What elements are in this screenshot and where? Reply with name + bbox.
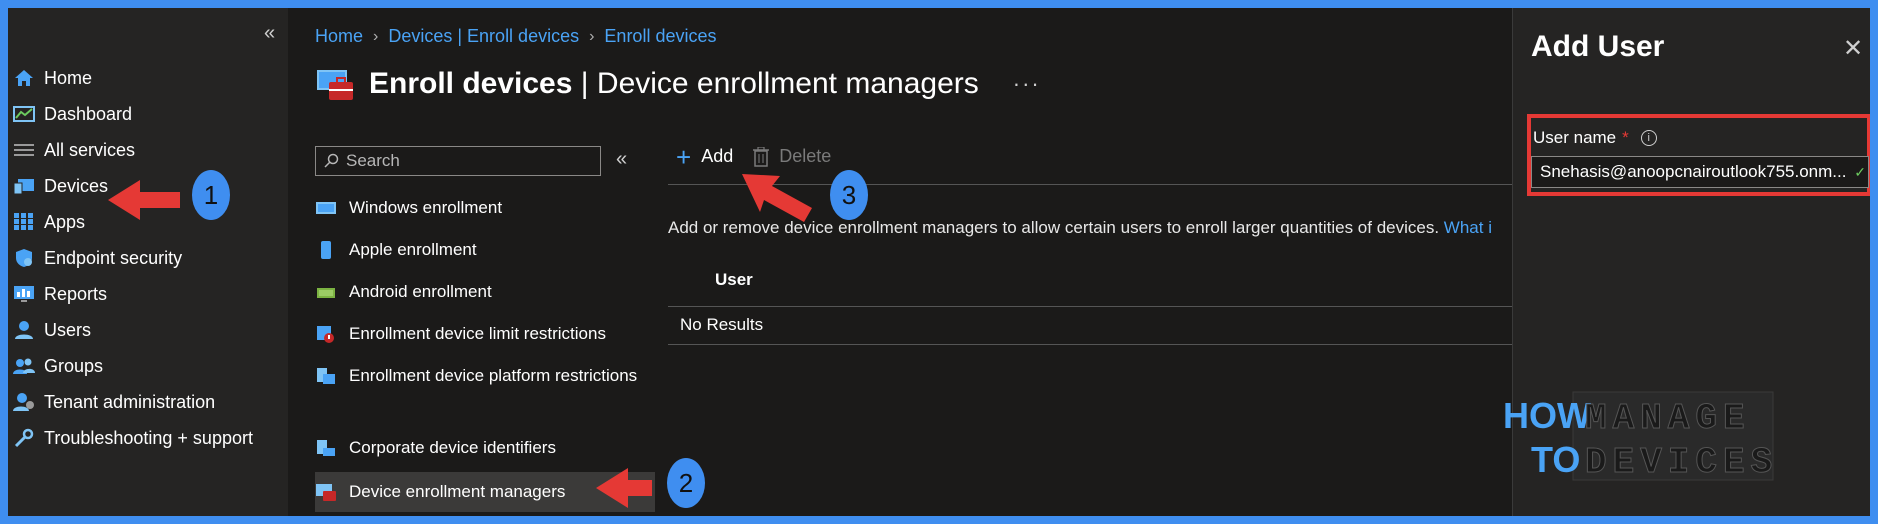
subnav-android-enrollment[interactable]: Android enrollment — [315, 280, 655, 310]
collapse-nav-button[interactable]: « — [264, 22, 275, 45]
check-icon: ✓ — [1854, 163, 1866, 180]
breadcrumb-home[interactable]: Home — [315, 26, 363, 47]
nav-item-label: Reports — [44, 283, 108, 304]
app-frame: « Home Dashboard All services Devices Ap… — [8, 8, 1870, 516]
devices-icon — [12, 176, 36, 196]
chevron-right-icon: › — [373, 27, 379, 45]
svg-text:MANAGE: MANAGE — [1585, 398, 1751, 439]
breadcrumb-enroll-devices[interactable]: Enroll devices — [604, 26, 716, 47]
how-to-manage-devices-logo: HOW TO MANAGE DEVICES — [1503, 391, 1775, 484]
left-nav: « Home Dashboard All services Devices Ap… — [8, 8, 288, 516]
windows-icon — [316, 202, 336, 214]
close-icon[interactable]: ✕ — [1843, 34, 1863, 63]
platform-restriction-icon — [317, 368, 335, 384]
nav-item-label: Tenant administration — [44, 391, 216, 412]
required-marker: * — [1622, 128, 1629, 147]
nav-item-devices[interactable]: Devices — [12, 168, 108, 204]
user-icon — [12, 320, 36, 340]
nav-item-label: Apps — [44, 211, 86, 232]
divider — [668, 306, 1512, 307]
subnav-device-enrollment-managers[interactable]: Device enrollment managers — [315, 472, 655, 512]
breadcrumb: Home › Devices | Enroll devices › Enroll… — [315, 26, 716, 47]
step-1-badge: 1 — [192, 170, 230, 220]
restriction-icon — [317, 326, 334, 343]
nav-item-label: Users — [44, 319, 92, 340]
add-button[interactable]: + Add — [676, 141, 733, 172]
empty-state-text: No Results — [680, 315, 764, 334]
user-name-label: User name * i — [1533, 128, 1657, 148]
trash-icon — [753, 146, 770, 167]
nav-item-label: Groups — [44, 355, 104, 376]
android-icon — [317, 288, 335, 298]
apps-icon — [12, 212, 36, 232]
identifier-icon — [317, 440, 335, 456]
groups-icon — [12, 356, 36, 376]
breadcrumb-devices[interactable]: Devices | Enroll devices — [388, 26, 579, 47]
subnav-corporate-identifiers[interactable]: Corporate device identifiers — [315, 436, 655, 466]
nav-item-label: All services — [44, 139, 136, 160]
nav-item-home[interactable]: Home — [12, 60, 92, 96]
nav-item-troubleshooting[interactable]: Troubleshooting + support — [12, 420, 253, 456]
subnav-windows-enrollment[interactable]: Windows enrollment — [315, 196, 655, 226]
nav-item-users[interactable]: Users — [12, 312, 91, 348]
wrench-icon — [12, 428, 36, 448]
nav-item-label: Endpoint security — [44, 247, 183, 268]
collapse-subnav-button[interactable]: « — [616, 148, 627, 171]
nav-item-all-services[interactable]: All services — [12, 132, 135, 168]
nav-item-dashboard[interactable]: Dashboard — [12, 96, 132, 132]
nav-item-label: Devices — [44, 175, 109, 196]
shield-icon — [12, 248, 36, 268]
step-2-badge: 2 — [667, 458, 705, 508]
chevron-right-icon: › — [589, 27, 595, 45]
user-name-input[interactable]: Snehasis@anoopcnairoutlook755.onm... ✓ — [1531, 156, 1869, 188]
nav-item-groups[interactable]: Groups — [12, 348, 103, 384]
command-bar: + Add Delete — [676, 141, 831, 172]
enrollment-manager-icon — [317, 70, 353, 100]
nav-item-endpoint-security[interactable]: Endpoint security — [12, 240, 182, 276]
enrollment-manager-icon — [316, 484, 336, 501]
dashboard-icon — [12, 104, 36, 124]
learn-more-link[interactable]: What i — [1444, 218, 1492, 237]
home-icon — [12, 68, 36, 88]
page-description: Add or remove device enrollment managers… — [668, 218, 1492, 237]
nav-item-label: Home — [44, 67, 93, 88]
page-header: Enroll devices | Device enrollment manag… — [315, 64, 1041, 104]
subnav-apple-enrollment[interactable]: Apple enrollment — [315, 238, 655, 268]
panel-title: Add User — [1531, 30, 1665, 63]
more-options-button[interactable]: ··· — [1013, 71, 1041, 97]
nav-item-label: Troubleshooting + support — [44, 427, 253, 448]
nav-item-apps[interactable]: Apps — [12, 204, 85, 240]
subnav-limit-restrictions[interactable]: Enrollment device limit restrictions — [315, 322, 655, 352]
svg-text:TO: TO — [1531, 439, 1580, 480]
delete-button[interactable]: Delete — [753, 146, 831, 167]
list-icon — [12, 140, 36, 160]
svg-text:HOW: HOW — [1503, 395, 1591, 436]
step-3-badge: 3 — [830, 170, 868, 220]
tenant-icon — [12, 392, 36, 412]
nav-item-tenant-administration[interactable]: Tenant administration — [12, 384, 215, 420]
page-title: Enroll devices | Device enrollment manag… — [369, 67, 979, 100]
divider — [668, 344, 1512, 345]
reports-icon — [12, 284, 36, 304]
nav-item-reports[interactable]: Reports — [12, 276, 107, 312]
plus-icon: + — [676, 141, 692, 172]
svg-text:DEVICES: DEVICES — [1585, 442, 1775, 483]
divider — [668, 184, 1512, 185]
search-icon — [324, 153, 339, 168]
nav-item-label: Dashboard — [44, 103, 133, 124]
phone-icon — [321, 241, 331, 259]
subnav-platform-restrictions[interactable]: Enrollment device platform restrictions — [315, 364, 655, 416]
column-header-user[interactable]: User — [715, 270, 753, 290]
search-input[interactable]: Search — [315, 146, 601, 176]
info-icon[interactable]: i — [1640, 130, 1657, 146]
